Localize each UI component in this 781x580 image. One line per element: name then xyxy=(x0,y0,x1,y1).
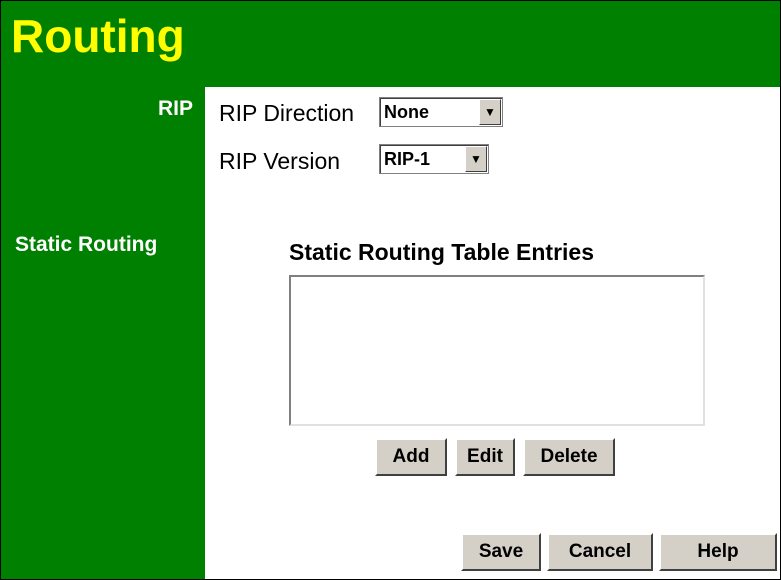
sidebar-label-static-routing: Static Routing xyxy=(15,233,158,256)
main-content: RIP Direction None ▼ RIP Version RIP-1 ▼… xyxy=(205,87,780,579)
rip-version-value: RIP-1 xyxy=(384,149,431,169)
routing-page: Routing RIP Static Routing RIP Direction… xyxy=(0,0,781,580)
static-routing-table-list[interactable] xyxy=(289,275,705,426)
cancel-button[interactable]: Cancel xyxy=(547,533,653,571)
rip-direction-value: None xyxy=(384,102,429,122)
save-button[interactable]: Save xyxy=(461,533,541,571)
rip-version-label: RIP Version xyxy=(219,148,341,174)
rip-direction-select[interactable]: None ▼ xyxy=(379,97,503,127)
sidebar: RIP Static Routing xyxy=(1,87,205,579)
chevron-down-icon[interactable]: ▼ xyxy=(479,99,501,125)
rip-direction-label: RIP Direction xyxy=(219,100,355,126)
delete-button[interactable]: Delete xyxy=(523,438,615,476)
help-button[interactable]: Help xyxy=(659,533,777,571)
static-routing-table-title: Static Routing Table Entries xyxy=(289,239,594,265)
rip-version-select[interactable]: RIP-1 ▼ xyxy=(379,144,489,174)
edit-button[interactable]: Edit xyxy=(455,438,515,476)
header-bar: Routing xyxy=(1,1,780,87)
chevron-down-icon[interactable]: ▼ xyxy=(465,146,487,172)
page-title: Routing xyxy=(11,10,185,62)
add-button[interactable]: Add xyxy=(375,438,447,476)
sidebar-label-rip: RIP xyxy=(157,97,193,120)
